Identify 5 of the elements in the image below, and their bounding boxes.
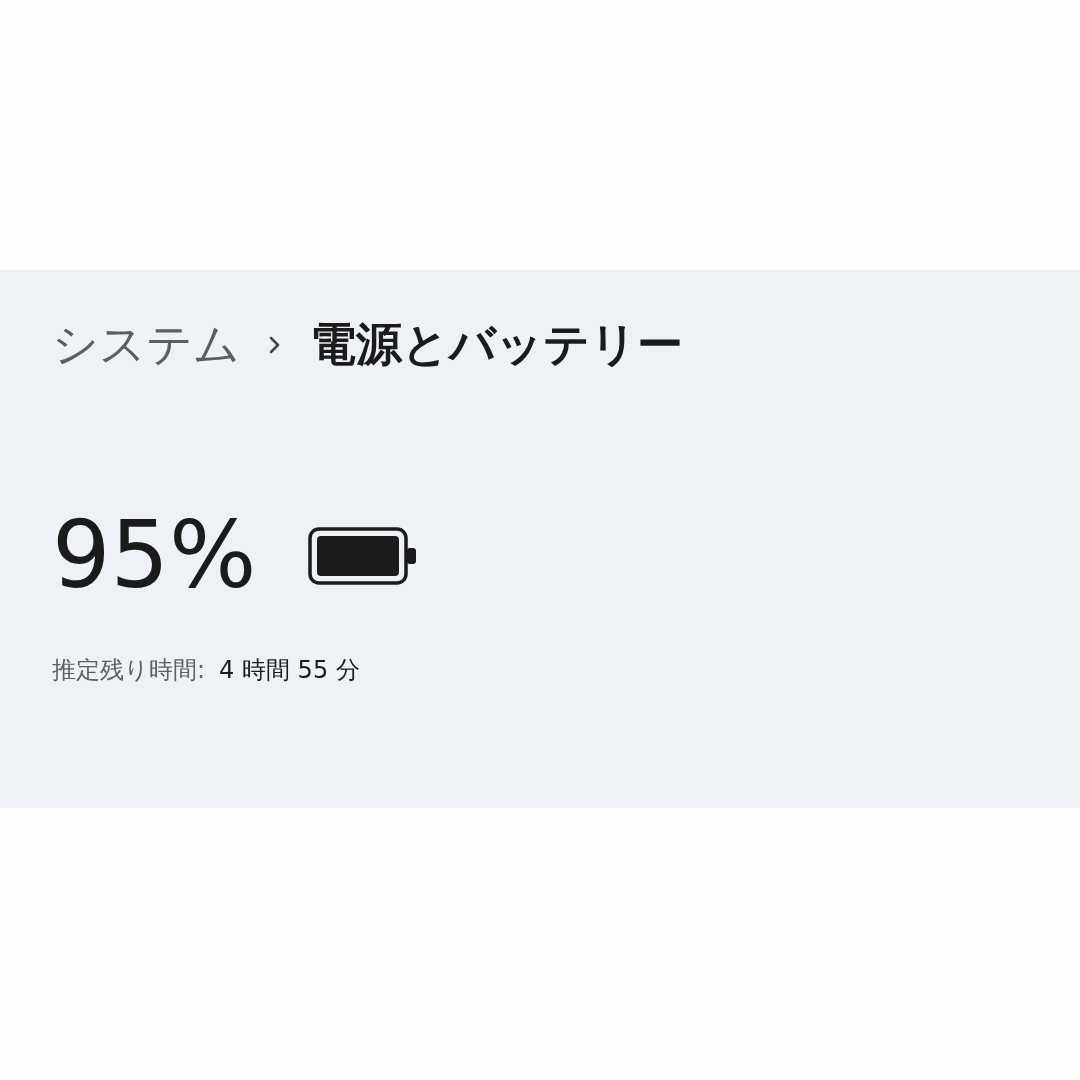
remaining-time-value: 4 時間 55 分 bbox=[219, 655, 360, 686]
battery-percentage: 95% bbox=[52, 510, 257, 602]
remaining-time-label: 推定残り時間: bbox=[52, 655, 206, 686]
breadcrumb-link[interactable]: システム bbox=[52, 314, 240, 376]
page-title: 電源とバッテリー bbox=[310, 316, 683, 373]
